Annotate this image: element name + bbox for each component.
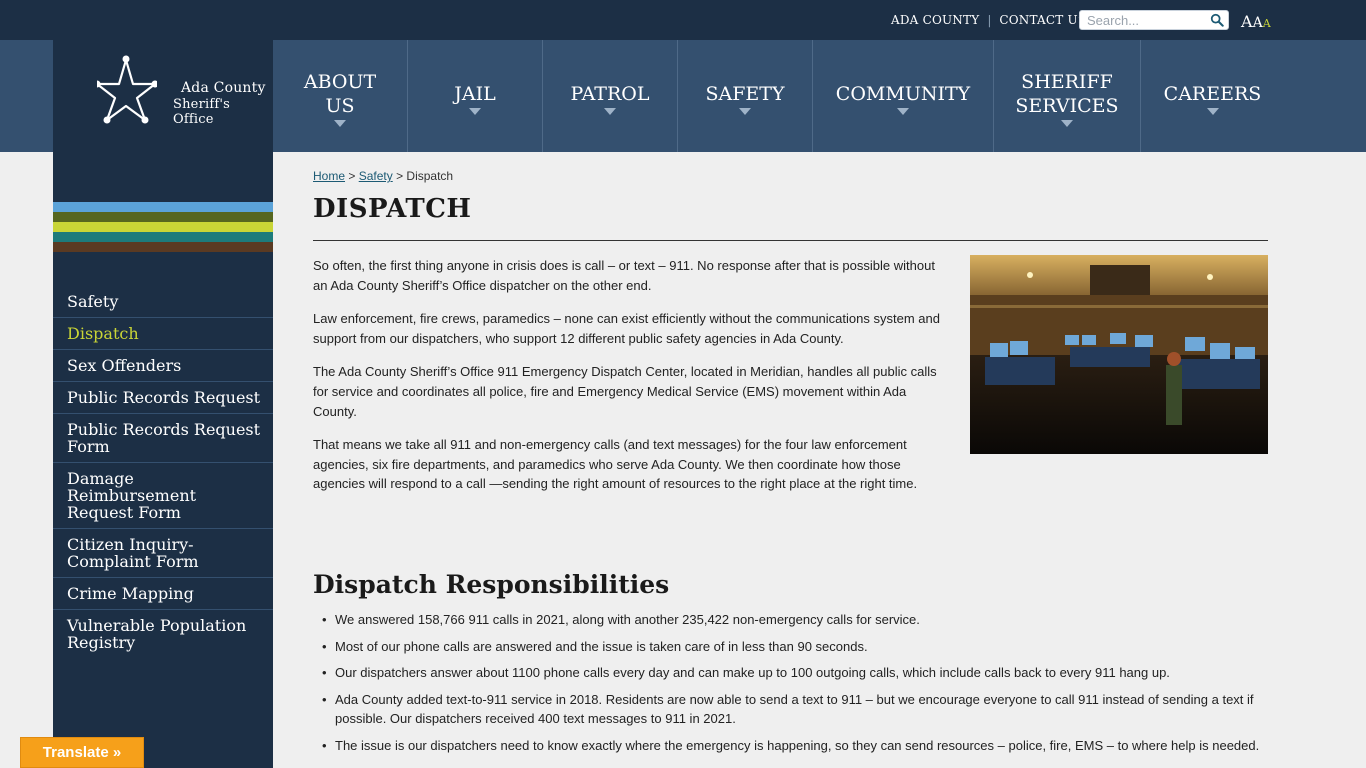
color-stripes	[53, 202, 273, 252]
chevron-down-icon	[897, 107, 909, 115]
sidebar-item-dispatch[interactable]: Dispatch	[53, 318, 273, 350]
section-nav: Safety Dispatch Sex Offenders Public Rec…	[53, 286, 273, 658]
chevron-down-icon	[469, 107, 481, 115]
nav-label: SAFETY	[705, 82, 785, 105]
nav-safety[interactable]: SAFETY	[678, 40, 813, 152]
nav-community[interactable]: COMMUNITY	[813, 40, 994, 152]
ada-county-link[interactable]: ADA COUNTY	[891, 13, 979, 27]
utility-bar: ADA COUNTY | CONTACT US A A A	[0, 0, 1366, 40]
font-size-controls: A A A	[1241, 12, 1271, 31]
paragraph: Law enforcement, fire crews, paramedics …	[313, 311, 940, 346]
logo-line1: Ada County	[181, 80, 266, 96]
stripe	[53, 242, 273, 252]
list-item: Ada County added text-to-911 service in …	[313, 690, 1268, 729]
translate-button[interactable]: Translate »	[20, 737, 144, 768]
dispatch-center-photo	[970, 255, 1268, 454]
nav-label: CAREERS	[1163, 82, 1262, 105]
stripe	[53, 222, 273, 232]
link-separator: |	[987, 13, 992, 27]
font-size-medium-button[interactable]: A	[1253, 15, 1263, 31]
nav-careers[interactable]: CAREERS	[1141, 40, 1284, 152]
sidebar-item-damage-reimbursement[interactable]: Damage Reimbursement Request Form	[53, 463, 273, 529]
nav-label: PATROL	[570, 82, 650, 105]
search-box	[1079, 10, 1229, 30]
list-item: The issue is our dispatchers need to kno…	[313, 736, 1268, 756]
stripe	[53, 232, 273, 242]
sidebar-item-citizen-inquiry[interactable]: Citizen Inquiry-Complaint Form	[53, 529, 273, 578]
logo-line2: Sheriff's Office	[173, 97, 231, 127]
page-title: DISPATCH	[313, 194, 472, 224]
utility-links: ADA COUNTY | CONTACT US	[891, 13, 1086, 27]
chevron-down-icon	[1061, 119, 1073, 127]
paragraph: The Ada County Sheriff’s Office 911 Emer…	[313, 364, 937, 419]
font-size-large-button[interactable]: A	[1241, 12, 1253, 31]
nav-label: ABOUT US	[303, 70, 377, 117]
nav-label: SHERIFF SERVICES	[1015, 70, 1119, 117]
section-heading: Dispatch Responsibilities	[313, 570, 670, 599]
list-item: Our dispatchers answer about 1100 phone …	[313, 663, 1268, 683]
title-divider	[313, 240, 1268, 241]
sidebar-item-safety[interactable]: Safety	[53, 286, 273, 318]
sidebar: Safety Dispatch Sex Offenders Public Rec…	[53, 152, 273, 768]
paragraph: That means we take all 911 and non-emerg…	[313, 437, 918, 492]
breadcrumb-separator: >	[345, 169, 359, 183]
list-item: Most of our phone calls are answered and…	[313, 637, 1268, 657]
paragraph: So often, the first thing anyone in cris…	[313, 258, 935, 293]
search-icon[interactable]	[1210, 13, 1224, 27]
main-menu: ABOUT US JAIL PATROL SAFETY COMMUNITY SH…	[273, 40, 1284, 152]
breadcrumb: Home > Safety > Dispatch	[313, 169, 453, 183]
sidebar-item-crime-mapping[interactable]: Crime Mapping	[53, 578, 273, 610]
chevron-down-icon	[739, 107, 751, 115]
breadcrumb-separator: >	[392, 169, 407, 183]
contact-us-link[interactable]: CONTACT US	[999, 13, 1086, 27]
search-input[interactable]	[1080, 11, 1200, 29]
sidebar-item-public-records-request[interactable]: Public Records Request	[53, 382, 273, 414]
nav-label: JAIL	[454, 82, 496, 105]
sheriff-star-icon	[97, 55, 157, 124]
chevron-down-icon	[334, 119, 346, 127]
nav-jail[interactable]: JAIL	[408, 40, 543, 152]
stripe	[53, 202, 273, 212]
sidebar-item-public-records-request-form[interactable]: Public Records Request Form	[53, 414, 273, 463]
chevron-down-icon	[1206, 107, 1219, 115]
chevron-down-icon	[604, 107, 616, 115]
breadcrumb-safety-link[interactable]: Safety	[359, 169, 393, 183]
sidebar-item-vulnerable-population[interactable]: Vulnerable Population Registry	[53, 610, 273, 658]
responsibilities-list: We answered 158,766 911 calls in 2021, a…	[313, 610, 1268, 763]
sidebar-item-sex-offenders[interactable]: Sex Offenders	[53, 350, 273, 382]
intro-text: So often, the first thing anyone in cris…	[313, 256, 943, 508]
breadcrumb-current: Dispatch	[406, 169, 454, 183]
font-size-small-button[interactable]: A	[1263, 17, 1271, 30]
nav-patrol[interactable]: PATROL	[543, 40, 678, 152]
list-item: We answered 158,766 911 calls in 2021, a…	[313, 610, 1268, 630]
breadcrumb-home-link[interactable]: Home	[313, 169, 345, 183]
site-logo[interactable]: Ada County Sheriff's Office	[53, 40, 273, 152]
stripe	[53, 212, 273, 222]
nav-about-us[interactable]: ABOUT US	[273, 40, 408, 152]
nav-label: COMMUNITY	[835, 82, 971, 105]
nav-sheriff-services[interactable]: SHERIFF SERVICES	[994, 40, 1141, 152]
